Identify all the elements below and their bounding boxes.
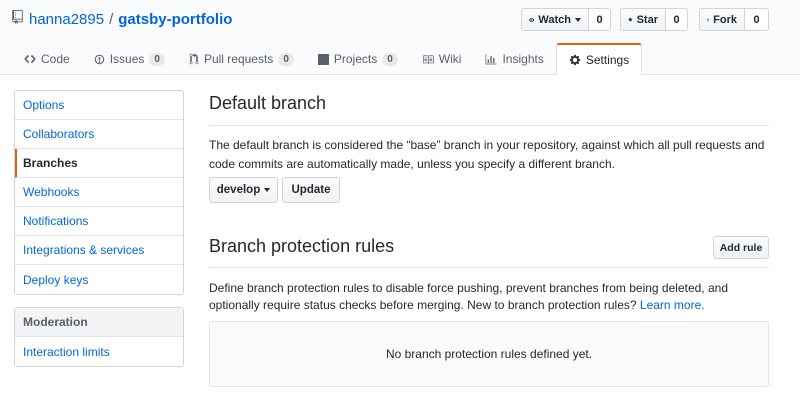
star-count[interactable]: 0 — [666, 8, 688, 31]
menu-item-interaction-limits[interactable]: Interaction limits — [15, 337, 183, 366]
tab-projects-label: Projects — [333, 52, 378, 66]
tab-projects-count: 0 — [382, 52, 398, 66]
menu-item-collaborators[interactable]: Collaborators — [15, 120, 183, 149]
watch-button[interactable]: Watch — [521, 8, 589, 31]
menu-item-options[interactable]: Options — [15, 91, 183, 120]
book-icon — [422, 55, 434, 64]
chevron-down-icon — [264, 188, 271, 192]
star-button[interactable]: Star — [620, 8, 666, 31]
tab-pull-requests-label: Pull requests — [203, 52, 274, 66]
tab-issues[interactable]: Issues 0 — [82, 43, 177, 75]
fork-button[interactable]: Fork — [699, 8, 745, 31]
settings-menu: Options Collaborators Branches Webhooks … — [14, 90, 184, 295]
gear-icon — [569, 54, 581, 66]
protection-rules-description: Define branch protection rules to disabl… — [209, 280, 769, 314]
branch-select-button[interactable]: develop — [209, 177, 278, 203]
tab-settings[interactable]: Settings — [555, 43, 643, 76]
tab-wiki-label: Wiki — [438, 52, 462, 66]
eye-icon — [529, 17, 535, 22]
graph-icon — [485, 53, 497, 64]
divider — [209, 125, 769, 126]
moderation-heading: Moderation — [15, 308, 183, 337]
issue-opened-icon — [94, 54, 104, 64]
tab-pull-requests-count: 0 — [278, 52, 294, 66]
project-icon — [317, 53, 329, 65]
tab-pull-requests[interactable]: Pull requests 0 — [177, 43, 306, 75]
tab-insights-label: Insights — [502, 52, 544, 66]
tab-insights[interactable]: Insights — [473, 43, 555, 75]
menu-item-integrations[interactable]: Integrations & services — [15, 236, 183, 265]
default-branch-description: The default branch is considered the “ba… — [209, 138, 765, 171]
menu-item-notifications[interactable]: Notifications — [15, 207, 183, 236]
tab-issues-label: Issues — [109, 52, 145, 66]
tab-issues-count: 0 — [149, 52, 165, 66]
watch-label: Watch — [538, 13, 571, 26]
tab-settings-label: Settings — [585, 53, 630, 67]
empty-rules-box: No branch protection rules defined yet. — [209, 321, 769, 387]
menu-item-branches[interactable]: Branches — [15, 149, 183, 178]
fork-count[interactable]: 0 — [745, 8, 769, 31]
menu-item-webhooks[interactable]: Webhooks — [15, 178, 183, 207]
star-label: Star — [636, 13, 658, 26]
protection-rules-title: Branch protection rules — [209, 236, 395, 256]
tab-wiki[interactable]: Wiki — [410, 43, 474, 75]
menu-item-deploy-keys[interactable]: Deploy keys — [15, 265, 183, 294]
git-pull-request-icon — [189, 53, 199, 65]
repo-header: hanna2895 / gatsby-portfolio Watch 0 Sta… — [0, 0, 800, 76]
repo-owner-link[interactable]: hanna2895 — [29, 11, 104, 28]
default-branch-title: Default branch — [209, 93, 327, 113]
fork-group: Fork 0 — [699, 8, 769, 31]
tab-code-label: Code — [41, 52, 70, 66]
watch-group: Watch 0 — [521, 8, 611, 31]
add-rule-button[interactable]: Add rule — [713, 236, 769, 259]
tab-code[interactable]: Code — [12, 43, 82, 75]
moderation-menu: Moderation Interaction limits — [14, 307, 184, 367]
star-group: Star 0 — [620, 8, 688, 31]
repo-nav-tabs: Code Issues 0 Pull requests 0 Projects 0… — [12, 43, 643, 76]
tab-projects[interactable]: Projects 0 — [306, 43, 410, 75]
repo-forked-icon — [707, 17, 710, 22]
repo-name-link[interactable]: gatsby-portfolio — [118, 11, 232, 28]
watch-count[interactable]: 0 — [589, 8, 611, 31]
learn-more-link[interactable]: Learn more. — [640, 298, 705, 312]
code-icon — [24, 54, 36, 64]
fork-label: Fork — [713, 13, 737, 26]
star-icon — [628, 17, 633, 22]
divider — [209, 267, 769, 268]
repo-title: hanna2895 / gatsby-portfolio — [12, 10, 232, 28]
update-button[interactable]: Update — [282, 177, 340, 203]
repo-separator: / — [109, 10, 114, 28]
chevron-down-icon — [575, 17, 581, 22]
repo-icon — [12, 10, 23, 28]
branch-select-label: develop — [216, 184, 261, 196]
empty-rules-text: No branch protection rules defined yet. — [385, 347, 593, 361]
